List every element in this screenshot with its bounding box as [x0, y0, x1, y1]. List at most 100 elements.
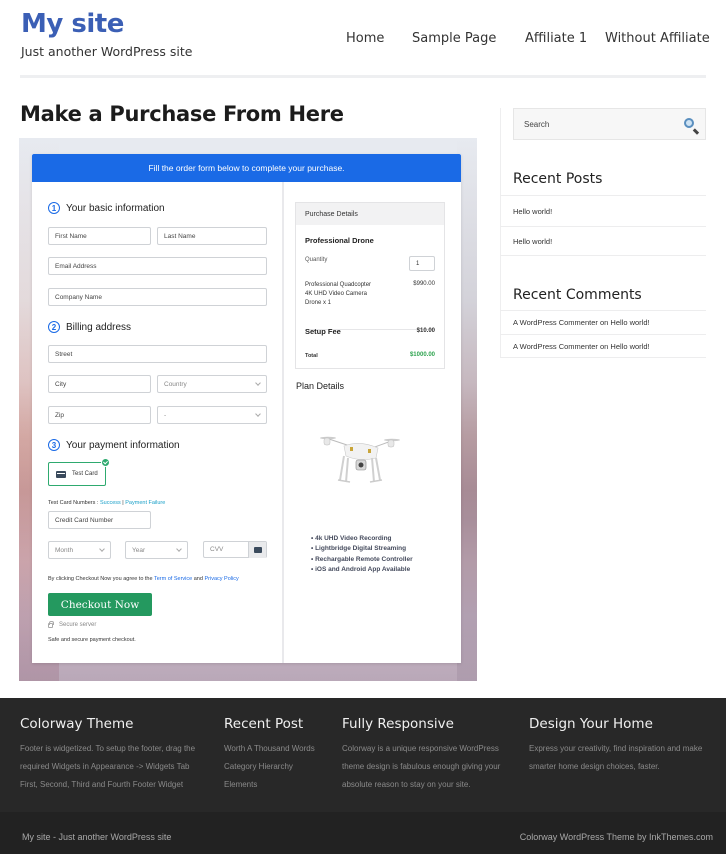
company-input[interactable]: Company Name: [48, 288, 267, 306]
credit-card-icon: [253, 547, 262, 553]
test-card-numbers: Test Card Numbers : Success | Payment Fa…: [48, 500, 165, 506]
last-name-input[interactable]: Last Name: [157, 227, 267, 245]
plan-features-list: • 4k UHD Video Recording • Lightbridge D…: [311, 534, 413, 575]
success-link[interactable]: Success: [100, 500, 121, 506]
form-column-divider: [282, 182, 284, 663]
and-text: and: [193, 576, 203, 582]
chevron-down-icon: [255, 380, 261, 386]
footer-col-text: Express your creativity, find inspiratio…: [529, 740, 702, 776]
search-icon[interactable]: [684, 118, 694, 128]
feature-item: • Lightbridge Digital Streaming: [311, 545, 407, 553]
order-form-card: Fill the order form below to complete yo…: [32, 154, 461, 663]
footer-col-text: Footer is widgetized. To setup the foote…: [20, 740, 195, 794]
terms-link[interactable]: Term of Service: [154, 576, 192, 582]
feature-item: • 4k UHD Video Recording: [311, 535, 392, 542]
footer-link[interactable]: Elements: [224, 776, 315, 794]
agree-prefix: By clicking Checkout Now you agree to th…: [48, 576, 153, 582]
search-input[interactable]: Search: [513, 108, 706, 140]
nav-affiliate-1[interactable]: Affiliate 1: [525, 31, 587, 46]
section-title: Your basic information: [66, 202, 165, 214]
chevron-down-icon: [99, 546, 105, 552]
recent-post-item[interactable]: Hello world!: [500, 195, 706, 226]
item-desc-line: 4K UHD Video Camera: [305, 291, 367, 297]
step-number-2: 2: [48, 321, 60, 333]
test-numbers-label: Test Card Numbers :: [48, 500, 99, 506]
nav-home[interactable]: Home: [346, 31, 384, 46]
footer-link[interactable]: Worth A Thousand Words: [224, 740, 315, 758]
footer-line: Express your creativity, find inspiratio…: [529, 744, 703, 753]
footer-link[interactable]: Category Hierarchy: [224, 758, 315, 776]
email-input[interactable]: Email Address: [48, 257, 267, 275]
feature-item: • Rechargable Remote Controller: [311, 555, 413, 563]
purchase-details-box: Purchase Details Professional Drone Quan…: [295, 202, 445, 369]
footer-line: Footer is widgetized. To setup the foote…: [20, 744, 196, 753]
chevron-down-icon: [176, 546, 182, 552]
footer-col-links: Worth A Thousand Words Category Hierarch…: [224, 740, 315, 794]
year-select[interactable]: Year: [125, 541, 188, 559]
state-select[interactable]: -: [157, 406, 267, 424]
footer-col-title: Design Your Home: [529, 716, 653, 732]
country-select[interactable]: Country: [157, 375, 267, 393]
footer-site-credit[interactable]: My site - Just another WordPress site: [22, 832, 171, 842]
first-name-input[interactable]: First Name: [48, 227, 151, 245]
payment-option-test-card[interactable]: Test Card: [48, 458, 110, 486]
footer-line: smarter home design choices, faster.: [529, 762, 660, 771]
footer-line: First, Second, Third and Fourth Footer W…: [20, 780, 184, 789]
cvv-input[interactable]: CVV: [203, 541, 267, 558]
nav-sample-page[interactable]: Sample Page: [412, 31, 496, 46]
section-title: Your payment information: [66, 439, 180, 451]
step-number-3: 3: [48, 439, 60, 451]
feature-item: • iOS and Android App Available: [311, 565, 411, 573]
product-name: Professional Drone: [305, 236, 374, 245]
year-select-value: Year: [132, 546, 146, 554]
footer-bottom-bar: My site - Just another WordPress site Co…: [0, 812, 726, 854]
site-tagline: Just another WordPress site: [21, 44, 193, 59]
footer-line: absolute reason to stay on your site.: [342, 780, 471, 789]
step-number-1: 1: [48, 202, 60, 214]
recent-comment-item[interactable]: A WordPress Commenter on Hello world!: [500, 334, 706, 358]
recent-post-item[interactable]: Hello world!: [500, 226, 706, 256]
privacy-link[interactable]: Privacy Policy: [204, 576, 238, 582]
nav-without-affiliate[interactable]: Without Affiliate: [605, 31, 710, 46]
lock-icon: [48, 621, 54, 628]
header-divider: [20, 75, 706, 78]
zip-input[interactable]: Zip: [48, 406, 151, 424]
footer-col-text: Colorway is a unique responsive WordPres…: [342, 740, 500, 794]
plan-details-title: Plan Details: [296, 381, 345, 391]
street-input[interactable]: Street: [48, 345, 267, 363]
country-select-value: Country: [164, 380, 187, 388]
site-title[interactable]: My site: [21, 9, 124, 39]
search-placeholder: Search: [524, 119, 550, 129]
footer-widgets: Colorway Theme Footer is widgetized. To …: [0, 698, 726, 812]
cvv-placeholder: CVV: [210, 546, 224, 553]
month-select-value: Month: [55, 546, 74, 554]
drone-image: [320, 436, 400, 483]
section-basic-info: 1 Your basic information: [48, 202, 165, 214]
form-banner: Fill the order form below to complete yo…: [32, 154, 461, 182]
recent-comments-title: Recent Comments: [513, 287, 642, 303]
section-billing: 2 Billing address: [48, 321, 131, 333]
section-title: Billing address: [66, 321, 132, 333]
cvv-card-button[interactable]: [248, 542, 266, 558]
footer-theme-credit[interactable]: Colorway WordPress Theme by InkThemes.co…: [520, 832, 713, 842]
separator: |: [122, 500, 124, 506]
purchase-details-header: Purchase Details: [296, 203, 444, 225]
recent-posts-title: Recent Posts: [513, 171, 603, 187]
city-input[interactable]: City: [48, 375, 151, 393]
secure-server-text: Secure server: [59, 622, 97, 628]
month-select[interactable]: Month: [48, 541, 111, 559]
footer-line: Colorway is a unique responsive WordPres…: [342, 744, 499, 753]
safe-checkout-text: Safe and secure payment checkout.: [48, 637, 136, 643]
payment-failure-link[interactable]: Payment Failure: [125, 500, 165, 506]
footer-line: required Widgets in Appearance -> Widget…: [20, 762, 190, 771]
checkout-now-button[interactable]: Checkout Now: [48, 593, 152, 616]
quantity-input[interactable]: 1: [409, 256, 435, 271]
recent-comment-item[interactable]: A WordPress Commenter on Hello world!: [500, 310, 706, 334]
check-icon: [101, 458, 110, 467]
page-title: Make a Purchase From Here: [20, 102, 344, 126]
agreement-text: By clicking Checkout Now you agree to th…: [48, 576, 239, 582]
chevron-down-icon: [255, 411, 261, 417]
card-number-input[interactable]: Credit Card Number: [48, 511, 151, 529]
section-payment: 3 Your payment information: [48, 439, 180, 451]
item-desc-line: Drone x 1: [305, 300, 332, 306]
